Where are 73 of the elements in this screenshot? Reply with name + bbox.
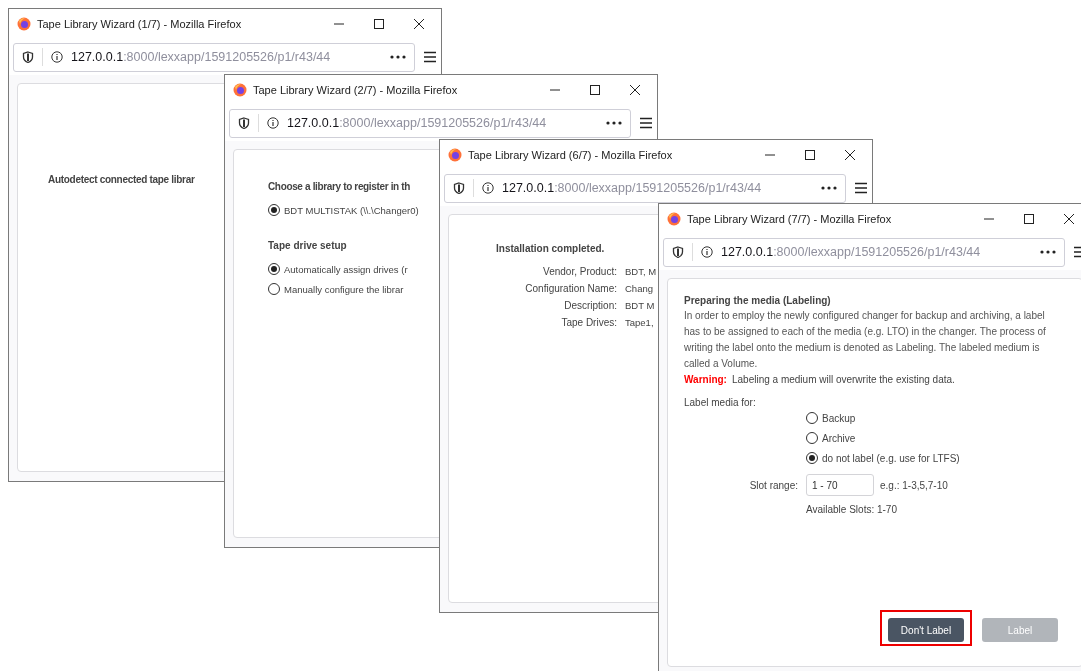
radio-button[interactable] — [806, 432, 818, 444]
url-text: 127.0.0.1:8000/lexxapp/1591205526/p1/r43/44 — [71, 50, 332, 64]
close-icon[interactable] — [1063, 213, 1075, 225]
maximize-icon[interactable] — [1023, 213, 1035, 225]
radio-button[interactable] — [268, 263, 280, 275]
address-bar[interactable]: 127.0.0.1:8000/lexxapp/1591205526/p1/r43/44 — [229, 108, 631, 138]
step-heading: Installation completed. — [496, 243, 605, 254]
browser-logo-icon — [667, 212, 681, 226]
radio-button[interactable] — [806, 452, 818, 464]
window-title: Tape Library Wizard (2/7) - Mozilla Firefox — [253, 84, 459, 96]
field-label: Label media for: — [684, 397, 756, 408]
maximize-icon[interactable] — [804, 149, 816, 161]
close-icon[interactable] — [413, 18, 425, 30]
browser-logo-icon — [233, 83, 247, 97]
more-icon[interactable] — [1040, 250, 1056, 254]
hint-text: e.g.: 1-3,5,7-10 — [880, 479, 948, 491]
radio-label: Archive — [822, 432, 856, 444]
field-label: Tape Drives: — [560, 317, 617, 328]
radio-button[interactable] — [268, 283, 280, 295]
shield-icon — [672, 246, 684, 258]
browser-logo-icon — [448, 148, 462, 162]
address-bar[interactable]: 127.0.0.1:8000/lexxapp/1591205526/p1/r43/44 — [444, 173, 846, 203]
info-icon — [701, 246, 713, 258]
maximize-icon[interactable] — [373, 18, 385, 30]
browser-logo-icon — [17, 17, 31, 31]
step-heading: Choose a library to register in th — [268, 181, 411, 192]
shield-icon — [453, 182, 465, 194]
more-icon[interactable] — [821, 186, 837, 190]
slot-range-field[interactable]: 1 - 70 — [806, 474, 874, 496]
section-title: Tape drive setup — [268, 240, 347, 251]
shield-icon — [238, 117, 250, 129]
close-icon[interactable] — [629, 84, 641, 96]
info-icon — [482, 182, 494, 194]
more-icon[interactable] — [390, 55, 406, 59]
window-title: Tape Library Wizard (1/7) - Mozilla Firefox — [37, 18, 243, 30]
field-value: Chang — [625, 283, 653, 294]
field-value: Tape1, — [625, 317, 654, 328]
address-bar[interactable]: 127.0.0.1:8000/lexxapp/1591205526/p1/r43/44 — [663, 237, 1065, 267]
radio-button[interactable] — [268, 204, 280, 216]
field-value: BDT M — [625, 300, 655, 311]
window-title: Tape Library Wizard (7/7) - Mozilla Firefox — [687, 213, 893, 225]
url-text: 127.0.0.1:8000/lexxapp/1591205526/p1/r43/44 — [721, 245, 982, 259]
maximize-icon[interactable] — [589, 84, 601, 96]
field-label: Slot range: — [748, 479, 798, 491]
menu-icon[interactable] — [854, 182, 868, 194]
radio-label: Manually configure the librar — [284, 283, 404, 295]
radio-label: Automatically assign drives (r — [284, 263, 408, 275]
field-label: Vendor, Product: — [542, 266, 617, 277]
menu-icon[interactable] — [423, 51, 437, 63]
window-title: Tape Library Wizard (6/7) - Mozilla Firefox — [468, 149, 674, 161]
warning-text: Labeling a medium will overwrite the existing data. — [731, 374, 955, 385]
url-text: 127.0.0.1:8000/lexxapp/1591205526/p1/r43/44 — [502, 181, 763, 195]
close-icon[interactable] — [844, 149, 856, 161]
radio-label: BDT MULTISTAK (\\.\Changer0) — [284, 204, 419, 216]
field-label: Configuration Name: — [524, 283, 617, 294]
info-icon — [267, 117, 279, 129]
menu-icon[interactable] — [639, 117, 653, 129]
address-bar[interactable]: 127.0.0.1:8000/lexxapp/1591205526/p1/r43/44 — [13, 42, 415, 72]
description-text: In order to employ the newly configured changer for backup and archiving, a label has to be assigned to each of the media (e.g. LTO) in the changer. The process of writing the label onto the medium is denoted as Labeling. The labeled medium is called a Volume. — [684, 309, 1047, 371]
warning-label: Warning: — [684, 374, 727, 385]
field-label: Description: — [563, 300, 617, 311]
action-button[interactable]: Don't Label — [888, 618, 964, 642]
step-heading: Autodetect connected tape librar — [48, 174, 195, 185]
radio-label: do not label (e.g. use for LTFS) — [822, 452, 960, 464]
url-text: 127.0.0.1:8000/lexxapp/1591205526/p1/r43/44 — [287, 116, 548, 130]
field-value: BDT, M — [625, 266, 657, 277]
shield-icon — [22, 51, 34, 63]
radio-button[interactable] — [806, 412, 818, 424]
step-heading: Preparing the media (Labeling) — [684, 295, 831, 306]
more-icon[interactable] — [606, 121, 622, 125]
radio-label: Backup — [822, 412, 856, 424]
available-slots-text: Available Slots: 1-70 — [806, 504, 897, 515]
info-icon — [51, 51, 63, 63]
